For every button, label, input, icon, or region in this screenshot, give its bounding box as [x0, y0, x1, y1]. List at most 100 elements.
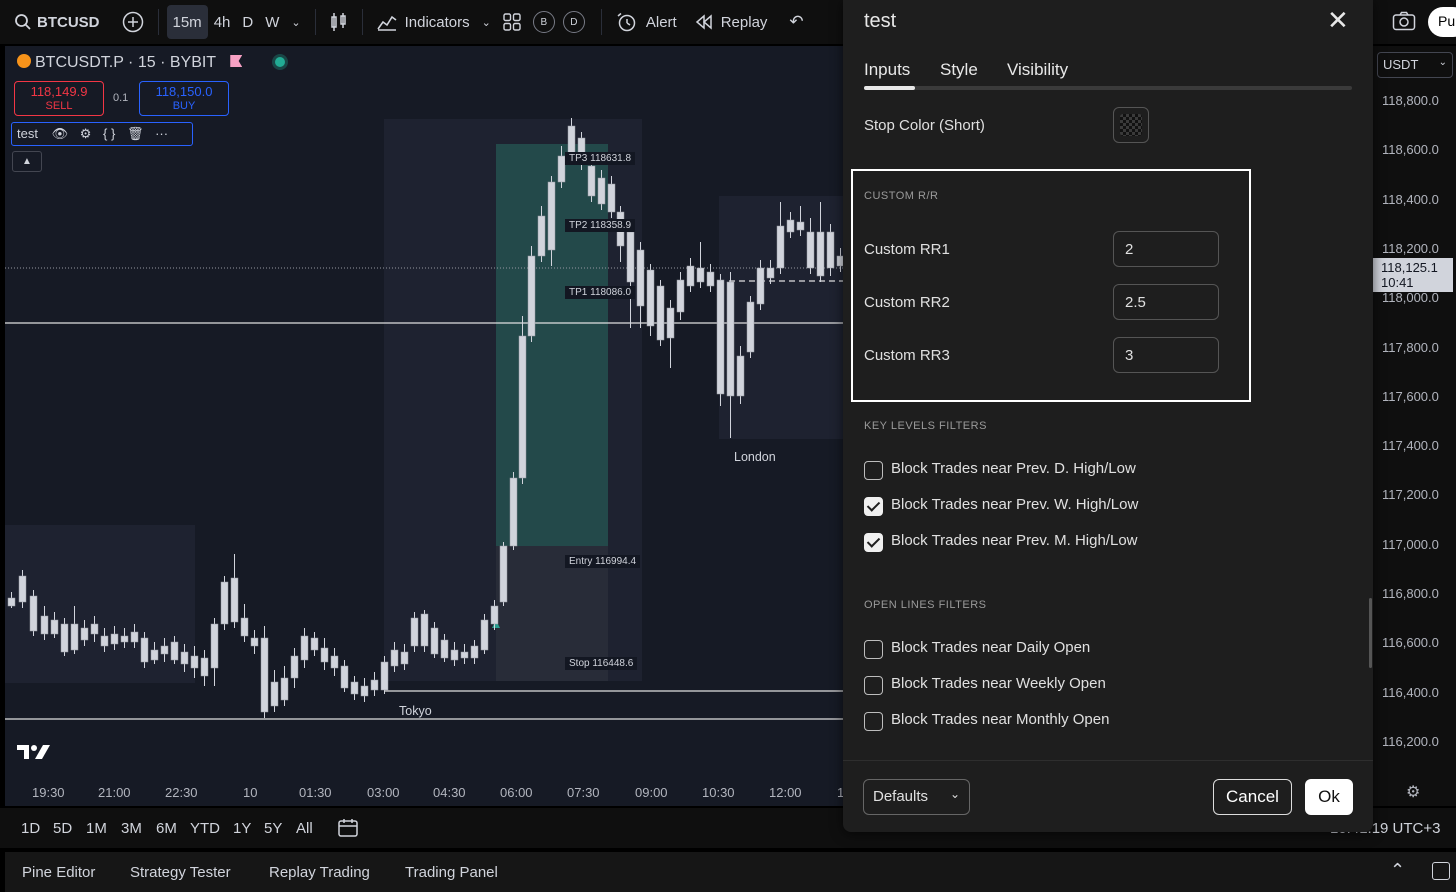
buy-button[interactable]: 118,150.0 BUY [139, 81, 229, 116]
candle-body [499, 545, 508, 603]
tab-replay-trading[interactable]: Replay Trading [269, 864, 370, 881]
stop-color-swatch[interactable] [1113, 107, 1149, 143]
stop-color-label: Stop Color (Short) [864, 117, 985, 134]
range-button-6m[interactable]: 6M [156, 820, 177, 837]
indicators-dropdown[interactable]: ⌄ [476, 5, 497, 39]
replay-button[interactable]: Replay [689, 5, 774, 39]
screenshot-button[interactable] [1392, 11, 1416, 35]
candle-body [340, 665, 349, 689]
time-axis[interactable]: 19:30 21:00 22:30 10 01:30 03:00 04:30 06:00 07:… [5, 780, 844, 806]
range-button-1y[interactable]: 1Y [233, 820, 251, 837]
time-axis-label: 12:00 [769, 785, 802, 800]
checkbox[interactable] [864, 712, 883, 731]
checkbox[interactable] [864, 461, 883, 480]
price-scale[interactable]: USDT ⌄ 118,800.0 118,600.0 118,400.0 118,20… [1373, 46, 1456, 806]
ok-button[interactable]: Ok [1305, 779, 1353, 815]
publish-button[interactable]: Pu [1428, 7, 1456, 37]
timeframe-15m[interactable]: 15m [166, 5, 208, 39]
undo-button[interactable]: ↶ [783, 5, 809, 39]
candle-body [60, 623, 69, 653]
bar-countdown: 10:41 [1381, 275, 1414, 290]
tab-trading-panel[interactable]: Trading Panel [405, 864, 498, 881]
timeframe-dropdown[interactable]: ⌄ [285, 5, 306, 39]
custom-rr1-input[interactable] [1113, 231, 1219, 267]
range-button-5d[interactable]: 5D [53, 820, 72, 837]
chart-type-button[interactable] [324, 5, 354, 39]
tradingview-logo[interactable] [17, 743, 51, 767]
tab-visibility[interactable]: Visibility [1007, 60, 1068, 80]
flag-icon[interactable] [230, 55, 243, 67]
range-button-3m[interactable]: 3M [121, 820, 142, 837]
bottom-panel-tabs: Pine Editor Strategy Tester Replay Tradi… [5, 852, 1456, 892]
range-button-1d[interactable]: 1D [21, 820, 40, 837]
eye-icon[interactable]: 👁︎ [52, 126, 69, 141]
checkbox[interactable] [864, 533, 883, 552]
candle-body [120, 635, 129, 643]
checkbox[interactable] [864, 676, 883, 695]
timeframe-4h[interactable]: 4h [208, 5, 237, 39]
candle-body [320, 647, 329, 663]
chevron-up-icon[interactable]: ⌃ [1390, 860, 1405, 881]
checkbox-label[interactable]: Block Trades near Daily Open [891, 639, 1090, 656]
symbol-search[interactable]: BTCUSD [8, 5, 106, 39]
dialog-scrollbar[interactable] [1369, 598, 1372, 668]
candle-body [656, 285, 665, 341]
defaults-dropdown[interactable]: Defaults ⌄ [863, 779, 970, 815]
range-button-ytd[interactable]: YTD [190, 820, 220, 837]
custom-rr2-label: Custom RR2 [864, 294, 950, 311]
indicator-name: test [17, 126, 38, 141]
alert-button[interactable]: Alert [610, 5, 683, 39]
badge-d-button[interactable]: D [562, 11, 585, 33]
candle-body [140, 637, 149, 663]
tab-pine-editor[interactable]: Pine Editor [22, 864, 95, 881]
checkbox[interactable] [864, 497, 883, 516]
trash-icon[interactable]: 🗑︎ [127, 126, 144, 141]
grid-icon [503, 13, 521, 31]
badge-b-button[interactable]: B [532, 11, 555, 33]
layouts-button[interactable] [497, 5, 527, 39]
maximize-icon[interactable] [1432, 862, 1450, 880]
time-axis-label: 22:30 [165, 785, 198, 800]
timeframe-w[interactable]: W [259, 5, 285, 39]
candle-body [230, 577, 239, 623]
candle-body [430, 627, 439, 655]
collapse-legend-button[interactable]: ▲ [12, 151, 42, 172]
close-icon[interactable]: ✕ [1327, 7, 1349, 33]
candle-body [290, 655, 299, 679]
symbol-name: BTCUSD [37, 13, 100, 31]
chart-pane[interactable]: BTCUSDT.P · 15 · BYBIT 118,149.9 SELL 0.… [5, 46, 843, 806]
checkbox-label[interactable]: Block Trades near Prev. W. High/Low [891, 496, 1138, 513]
settings-icon[interactable]: ⚙ [80, 126, 92, 141]
settings-icon[interactable]: ⚙ [1406, 782, 1420, 802]
checkbox-label[interactable]: Block Trades near Weekly Open [891, 675, 1106, 692]
checkbox[interactable] [864, 640, 883, 659]
timeframe-d[interactable]: D [236, 5, 259, 39]
range-button-all[interactable]: All [296, 820, 313, 837]
currency-select[interactable]: USDT ⌄ [1377, 52, 1453, 78]
tab-inputs[interactable]: Inputs [864, 60, 910, 80]
tab-style[interactable]: Style [940, 60, 978, 80]
candle-body [170, 641, 179, 661]
time-axis-label: 09:00 [635, 785, 668, 800]
candle-body [310, 637, 319, 651]
range-button-5y[interactable]: 5Y [264, 820, 282, 837]
indicator-legend[interactable]: test 👁︎ ⚙ { } 🗑︎ ··· [11, 122, 193, 146]
indicators-button[interactable]: Indicators [371, 5, 476, 39]
more-icon[interactable]: ··· [155, 126, 168, 141]
checkbox-label[interactable]: Block Trades near Prev. M. High/Low [891, 532, 1138, 549]
goto-date-button[interactable] [337, 817, 359, 843]
key-levels-section-title: KEY LEVELS FILTERS [864, 420, 987, 432]
checkbox-label[interactable]: Block Trades near Monthly Open [891, 711, 1109, 728]
time-axis-label: 04:30 [433, 785, 466, 800]
source-code-icon[interactable]: { } [103, 126, 115, 141]
cancel-button[interactable]: Cancel [1213, 779, 1292, 815]
publish-label: Pu [1438, 13, 1456, 29]
tab-strategy-tester[interactable]: Strategy Tester [130, 864, 231, 881]
add-symbol-button[interactable] [116, 5, 150, 39]
indicators-label: Indicators [404, 13, 470, 31]
custom-rr2-input[interactable] [1113, 284, 1219, 320]
range-button-1m[interactable]: 1M [86, 820, 107, 837]
custom-rr3-input[interactable] [1113, 337, 1219, 373]
checkbox-label[interactable]: Block Trades near Prev. D. High/Low [891, 460, 1136, 477]
sell-button[interactable]: 118,149.9 SELL [14, 81, 104, 116]
